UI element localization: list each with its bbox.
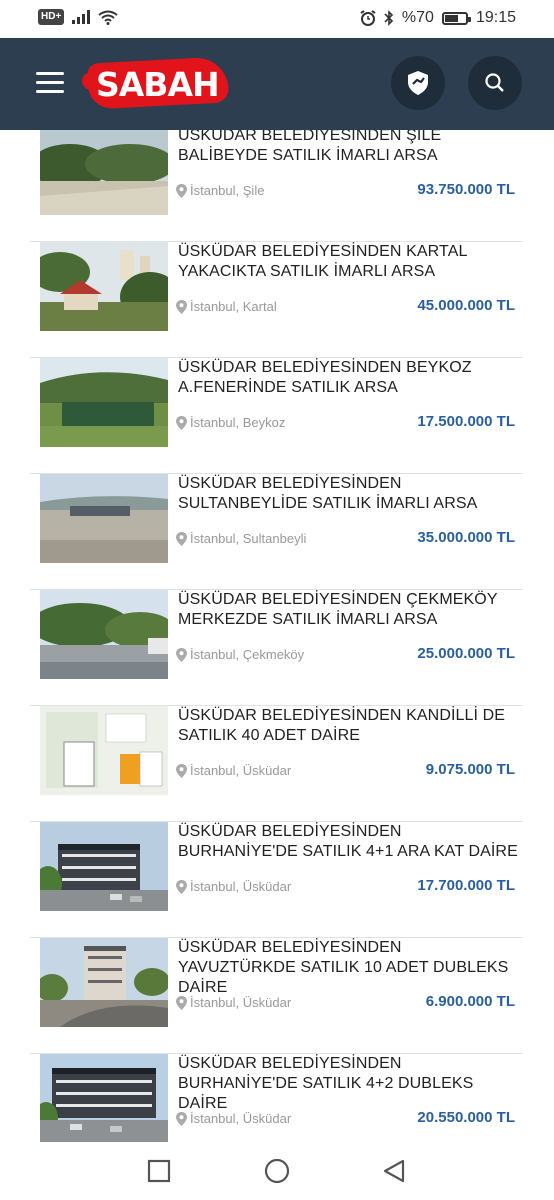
listing-list: ÜSKÜDAR BELEDİYESİNDEN ŞİLE BALİBEYDE SA…: [0, 130, 554, 1142]
listing-photo: [40, 1054, 168, 1142]
listing-price: 25.000.000 TL: [417, 645, 515, 662]
list-item[interactable]: ÜSKÜDAR BELEDİYESİNDEN SULTANBEYLİDE SAT…: [30, 474, 523, 590]
listing-location: İstanbul, Çekmeköy: [176, 647, 304, 662]
list-item[interactable]: ÜSKÜDAR BELEDİYESİNDEN BURHANİYE'DE SATI…: [30, 822, 523, 938]
location-pin-icon: [176, 879, 187, 894]
home-icon[interactable]: [264, 1159, 290, 1185]
location-pin-icon: [176, 415, 187, 430]
listing-title: ÜSKÜDAR BELEDİYESİNDEN KARTAL YAKACIKTA …: [178, 243, 467, 280]
listing-location: İstanbul, Şile: [176, 183, 264, 198]
listing-title: ÜSKÜDAR BELEDİYESİNDEN ÇEKMEKÖY MERKEZDE…: [178, 591, 498, 628]
listing-price: 93.750.000 TL: [417, 181, 515, 198]
system-navigation-bar: [0, 1142, 554, 1200]
listing-photo: [40, 706, 168, 795]
listing-title: ÜSKÜDAR BELEDİYESİNDEN BURHANİYE'DE SATI…: [178, 823, 518, 860]
location-text: İstanbul, Üsküdar: [190, 995, 292, 1010]
listing-photo: [40, 822, 168, 911]
listing-location: İstanbul, Üsküdar: [176, 995, 291, 1010]
location-text: İstanbul, Çekmeköy: [190, 647, 305, 662]
list-item[interactable]: ÜSKÜDAR BELEDİYESİNDEN YAVUZTÜRKDE SATIL…: [30, 938, 523, 1054]
location-pin-icon: [176, 183, 187, 198]
listing-photo: [40, 474, 168, 563]
list-item[interactable]: ÜSKÜDAR BELEDİYESİNDEN KANDİLLİ DE SATIL…: [30, 706, 523, 822]
location-text: İstanbul, Üsküdar: [190, 879, 292, 894]
list-item[interactable]: ÜSKÜDAR BELEDİYESİNDEN ÇEKMEKÖY MERKEZDE…: [30, 590, 523, 706]
clock: 19:15: [475, 9, 516, 26]
app-header: SABAH: [0, 38, 554, 130]
location-text: İstanbul, Üsküdar: [190, 763, 292, 778]
listing-title: ÜSKÜDAR BELEDİYESİNDEN BEYKOZ A.FENERİND…: [178, 359, 472, 396]
network-type-badge: HD+: [38, 9, 65, 25]
location-text: İstanbul, Üsküdar: [190, 1111, 292, 1126]
listing-photo: [40, 590, 168, 679]
listing-photo: [40, 358, 168, 447]
location-text: İstanbul, Beykoz: [190, 415, 286, 430]
list-item[interactable]: ÜSKÜDAR BELEDİYESİNDEN BEYKOZ A.FENERİND…: [30, 358, 523, 474]
status-bar: HD+ %70 19:15: [0, 0, 554, 38]
location-text: İstanbul, Kartal: [190, 299, 277, 314]
listing-photo: [40, 130, 168, 215]
listing-title: ÜSKÜDAR BELEDİYESİNDEN BURHANİYE'DE SATI…: [178, 1055, 474, 1112]
location-pin-icon: [176, 763, 187, 778]
listing-photo: [40, 242, 168, 331]
recent-apps-icon[interactable]: [147, 1159, 171, 1183]
hamburger-menu-icon[interactable]: [36, 72, 64, 94]
search-icon: [485, 73, 504, 92]
shield-icon: [408, 71, 428, 95]
shield-button[interactable]: [391, 56, 445, 110]
listing-price: 35.000.000 TL: [417, 529, 515, 546]
listing-price: 6.900.000 TL: [425, 993, 515, 1010]
listing-photo: [40, 938, 168, 1027]
listing-location: İstanbul, Üsküdar: [176, 879, 291, 894]
bluetooth-icon: [384, 10, 394, 26]
location-pin-icon: [176, 299, 187, 314]
alarm-icon: [360, 10, 376, 26]
list-item[interactable]: ÜSKÜDAR BELEDİYESİNDEN ŞİLE BALİBEYDE SA…: [30, 130, 523, 242]
battery-percent: %70: [401, 9, 434, 26]
wifi-icon: [98, 10, 118, 25]
listing-location: İstanbul, Üsküdar: [176, 1111, 291, 1126]
list-item[interactable]: ÜSKÜDAR BELEDİYESİNDEN KARTAL YAKACIKTA …: [30, 242, 523, 358]
location-text: İstanbul, Sultanbeyli: [190, 531, 307, 546]
listing-price: 20.550.000 TL: [417, 1109, 515, 1126]
signal-icon: [72, 10, 91, 24]
location-pin-icon: [176, 1111, 187, 1126]
listing-location: İstanbul, Üsküdar: [176, 763, 291, 778]
listing-title: ÜSKÜDAR BELEDİYESİNDEN SULTANBEYLİDE SAT…: [178, 475, 478, 512]
listing-title: ÜSKÜDAR BELEDİYESİNDEN KANDİLLİ DE SATIL…: [178, 707, 506, 744]
location-pin-icon: [176, 995, 187, 1010]
location-text: İstanbul, Şile: [190, 183, 265, 198]
listing-location: İstanbul, Kartal: [176, 299, 277, 314]
battery-icon: [441, 11, 471, 25]
search-button[interactable]: [468, 56, 522, 110]
location-pin-icon: [176, 647, 187, 662]
listing-price: 45.000.000 TL: [417, 297, 515, 314]
listing-price: 17.500.000 TL: [417, 413, 515, 430]
logo-text: SABAH: [96, 65, 220, 104]
location-pin-icon: [176, 531, 187, 546]
listing-price: 9.075.000 TL: [425, 761, 515, 778]
listing-location: İstanbul, Sultanbeyli: [176, 531, 306, 546]
back-icon[interactable]: [382, 1159, 406, 1183]
list-item[interactable]: ÜSKÜDAR BELEDİYESİNDEN BURHANİYE'DE SATI…: [30, 1054, 523, 1142]
listing-location: İstanbul, Beykoz: [176, 415, 285, 430]
sabah-logo[interactable]: SABAH: [82, 56, 230, 110]
listing-title: ÜSKÜDAR BELEDİYESİNDEN ŞİLE BALİBEYDE SA…: [178, 130, 442, 164]
listing-price: 17.700.000 TL: [417, 877, 515, 894]
listing-title: ÜSKÜDAR BELEDİYESİNDEN YAVUZTÜRKDE SATIL…: [178, 939, 509, 996]
